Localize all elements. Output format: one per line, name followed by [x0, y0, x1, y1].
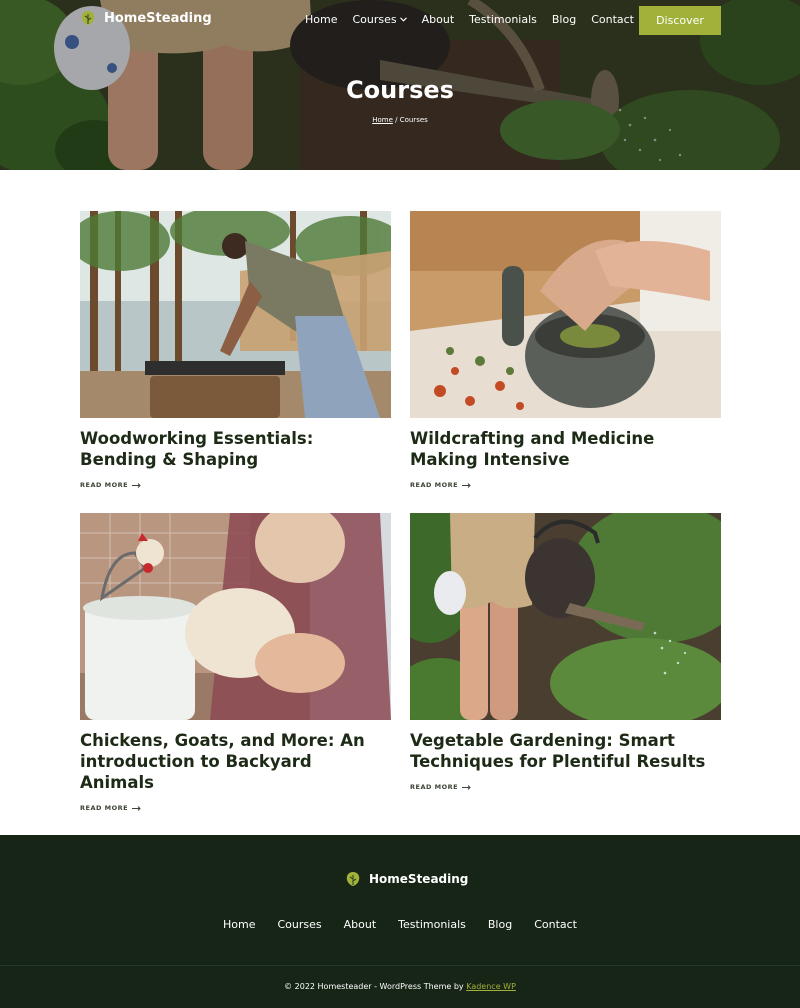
kadence-link[interactable]: Kadence WP	[466, 982, 516, 991]
breadcrumb-home-link[interactable]: Home	[372, 116, 393, 124]
copyright: © 2022 Homesteader - WordPress Theme by …	[0, 982, 800, 991]
arrow-right-icon	[462, 784, 471, 790]
course-thumbnail-woodworking[interactable]	[80, 211, 391, 418]
read-more-label: READ MORE	[80, 481, 129, 489]
footer-nav-contact[interactable]: Contact	[534, 918, 577, 931]
read-more-link[interactable]: READ MORE	[80, 481, 391, 489]
read-more-label: READ MORE	[80, 804, 129, 812]
discover-button[interactable]: Discover	[639, 6, 721, 35]
watering-garden-photo	[410, 513, 721, 720]
site-logo-text: HomeSteading	[104, 10, 212, 26]
arrow-right-icon	[132, 482, 141, 488]
nav-home[interactable]: Home	[305, 13, 337, 26]
nav-courses[interactable]: Courses	[352, 13, 407, 26]
course-thumbnail-wildcrafting[interactable]	[410, 211, 721, 418]
site-logo[interactable]: HomeSteading	[80, 10, 212, 26]
hero-banner: HomeSteading Home Courses About Testimon…	[0, 0, 800, 170]
arrow-right-icon	[462, 482, 471, 488]
copyright-text: © 2022 Homesteader - WordPress Theme by	[284, 982, 464, 991]
leaf-logo-icon	[81, 11, 95, 25]
woodworking-photo	[80, 211, 391, 418]
course-card: Vegetable Gardening: Smart Techniques fo…	[410, 513, 721, 791]
breadcrumb-current: Courses	[399, 116, 428, 124]
footer-nav-courses[interactable]: Courses	[277, 918, 321, 931]
footer-nav-testimonials[interactable]: Testimonials	[398, 918, 466, 931]
site-header: HomeSteading Home Courses About Testimon…	[0, 0, 800, 42]
read-more-link[interactable]: READ MORE	[80, 804, 391, 812]
nav-blog[interactable]: Blog	[552, 13, 576, 26]
course-card: Woodworking Essentials: Bending & Shapin…	[80, 211, 391, 489]
read-more-label: READ MORE	[410, 481, 459, 489]
read-more-link[interactable]: READ MORE	[410, 481, 721, 489]
course-card: Chickens, Goats, and More: An introducti…	[80, 513, 391, 812]
footer-logo-text: HomeSteading	[369, 872, 469, 886]
mortar-pestle-herbs-photo	[410, 211, 721, 418]
course-title[interactable]: Wildcrafting and Medicine Making Intensi…	[410, 428, 721, 470]
main-nav: Home Courses About Testimonials Blog Con…	[305, 13, 649, 26]
footer-nav-about[interactable]: About	[344, 918, 377, 931]
nav-courses-label: Courses	[352, 13, 397, 26]
nav-about[interactable]: About	[422, 13, 455, 26]
chevron-down-icon	[399, 17, 407, 22]
footer-nav-blog[interactable]: Blog	[488, 918, 512, 931]
course-title[interactable]: Vegetable Gardening: Smart Techniques fo…	[410, 730, 721, 772]
arrow-right-icon	[132, 805, 141, 811]
read-more-label: READ MORE	[410, 783, 459, 791]
leaf-logo-icon	[346, 872, 360, 886]
course-thumbnail-animals[interactable]	[80, 513, 391, 720]
footer-nav-home[interactable]: Home	[223, 918, 255, 931]
course-card: Wildcrafting and Medicine Making Intensi…	[410, 211, 721, 489]
course-title[interactable]: Chickens, Goats, and More: An introducti…	[80, 730, 391, 793]
read-more-link[interactable]: READ MORE	[410, 783, 721, 791]
breadcrumb: Home / Courses	[0, 116, 800, 124]
course-title[interactable]: Woodworking Essentials: Bending & Shapin…	[80, 428, 391, 470]
footer-divider	[0, 965, 800, 966]
footer-logo[interactable]: HomeSteading	[345, 871, 468, 887]
chicken-photo	[80, 513, 391, 720]
nav-contact[interactable]: Contact	[591, 13, 634, 26]
course-thumbnail-vegetable-gardening[interactable]	[410, 513, 721, 720]
page-title: Courses	[346, 76, 454, 104]
nav-testimonials[interactable]: Testimonials	[469, 13, 537, 26]
breadcrumb-separator: /	[395, 116, 398, 124]
footer-nav: Home Courses About Testimonials Blog Con…	[0, 918, 800, 931]
